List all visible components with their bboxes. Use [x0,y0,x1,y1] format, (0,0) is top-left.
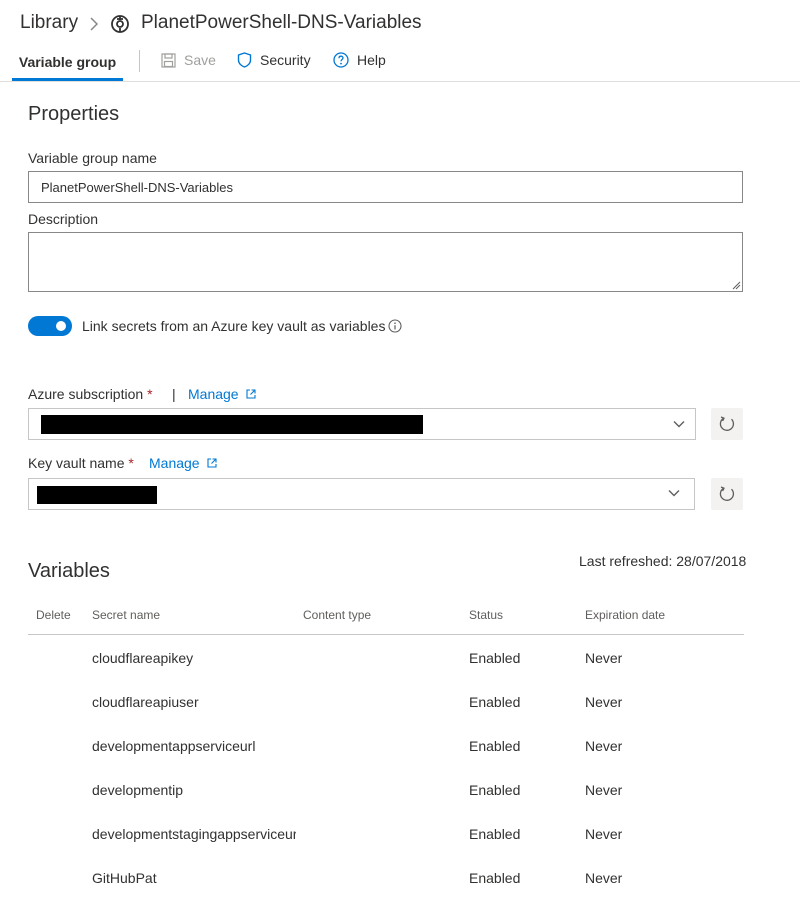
description-textarea[interactable] [28,232,743,292]
redacted-subscription-value [41,415,423,434]
table-row[interactable]: cloudflareapiuser Enabled Never [28,679,744,723]
toggle-knob [56,321,66,331]
label-separator: | [172,386,176,402]
description-label: Description [28,211,99,227]
secret-name-cell: cloudflareapiuser [92,694,199,710]
resize-grip-icon[interactable] [732,281,741,290]
page-title: PlanetPowerShell-DNS-Variables [141,12,422,33]
manage-link-label: Manage [149,455,200,471]
expiration-cell: Never [585,870,623,886]
refresh-subscription-button[interactable] [711,408,743,440]
column-header-secret-name[interactable]: Secret name [92,608,160,622]
group-name-input[interactable]: PlanetPowerShell-DNS-Variables [28,171,743,203]
azure-subscription-label: Azure subscription * [28,386,153,402]
save-button[interactable]: Save [161,52,216,68]
toolbar-divider [139,50,140,72]
expiration-cell: Never [585,738,623,754]
table-row[interactable]: developmentstagingappserviceurl Enabled … [28,811,744,855]
azure-subscription-label-text: Azure subscription [28,386,144,402]
security-label: Security [260,52,311,68]
chevron-right-icon [90,17,99,31]
manage-key-vault-link[interactable]: Manage [149,455,217,471]
secret-name-cell: cloudflareapikey [92,650,194,666]
properties-heading: Properties [28,103,120,125]
info-icon[interactable] [388,319,402,333]
help-icon [333,52,349,68]
table-row[interactable]: GitHubPat Enabled Never [28,855,744,899]
status-cell: Enabled [469,782,521,798]
save-label: Save [184,52,216,68]
manage-link-label: Manage [188,386,239,402]
save-icon [161,52,176,68]
external-link-icon [207,458,217,468]
required-marker: * [147,386,153,402]
secret-name-cell: GitHubPat [92,870,157,886]
last-refreshed-text: Last refreshed: 28/07/2018 [579,553,747,569]
key-vault-label: Key vault name * [28,455,134,471]
chevron-down-icon [673,421,685,428]
secret-name-cell: developmentappserviceurl [92,738,256,754]
security-button[interactable]: Security [237,52,311,68]
help-button[interactable]: Help [333,52,386,68]
refresh-key-vault-button[interactable] [711,478,743,510]
chevron-down-icon [668,490,680,497]
key-vault-label-text: Key vault name [28,455,125,471]
expiration-cell: Never [585,826,623,842]
group-name-label: Variable group name [28,150,157,166]
secret-name-cell: developmentstagingappserviceurl [92,826,296,842]
status-cell: Enabled [469,738,521,754]
breadcrumb-library[interactable]: Library [20,12,78,34]
refresh-icon [719,486,735,501]
column-header-status[interactable]: Status [469,608,503,622]
status-cell: Enabled [469,650,521,666]
expiration-cell: Never [585,694,623,710]
link-key-vault-label: Link secrets from an Azure key vault as … [82,318,386,334]
required-marker: * [128,455,134,471]
help-label: Help [357,52,386,68]
status-cell: Enabled [469,870,521,886]
refresh-icon [719,416,735,431]
table-row[interactable]: cloudflareapikey Enabled Never [28,635,744,679]
column-header-delete: Delete [36,608,71,622]
column-header-expiration-date[interactable]: Expiration date [585,608,665,622]
shield-icon [237,52,252,68]
table-row[interactable]: developmentip Enabled Never [28,767,744,811]
external-link-icon [246,389,256,399]
expiration-cell: Never [585,782,623,798]
variable-group-icon [111,15,129,33]
column-header-content-type[interactable]: Content type [303,608,371,622]
status-cell: Enabled [469,694,521,710]
header-divider [0,81,800,82]
table-row[interactable]: developmentappserviceurl Enabled Never [28,723,744,767]
status-cell: Enabled [469,826,521,842]
variables-heading: Variables [28,560,110,582]
variables-table-body: cloudflareapikey Enabled Never cloudflar… [28,635,744,899]
manage-subscription-link[interactable]: Manage [188,386,256,402]
redacted-key-vault-value [37,486,157,504]
secret-name-cell: developmentip [92,782,184,798]
expiration-cell: Never [585,650,623,666]
